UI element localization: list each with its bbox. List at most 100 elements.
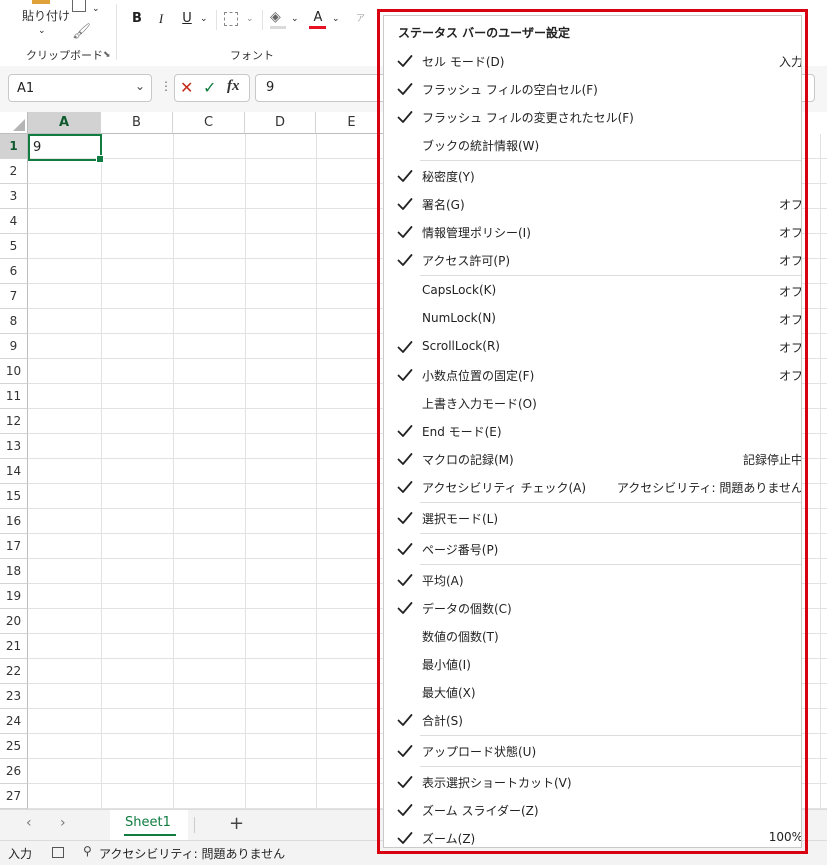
sheet-tab-sheet1[interactable]: Sheet1 bbox=[110, 810, 188, 841]
copy-icon[interactable] bbox=[72, 0, 86, 12]
menu-item[interactable]: フラッシュ フィルの空白セル(F) bbox=[384, 75, 801, 103]
row-header-11[interactable]: 11 bbox=[0, 384, 28, 409]
menu-item[interactable]: NumLock(N) オフ bbox=[384, 305, 801, 333]
select-all-corner[interactable] bbox=[0, 112, 28, 134]
checkmark-icon bbox=[396, 509, 414, 527]
fill-color-icon[interactable]: ◈ bbox=[270, 8, 281, 26]
menu-item-label: 上書き入力モード(O) bbox=[422, 397, 537, 411]
row-header-1[interactable]: 1 bbox=[0, 134, 28, 159]
row-header-18[interactable]: 18 bbox=[0, 559, 28, 584]
row-header-19[interactable]: 19 bbox=[0, 584, 28, 609]
insert-function-icon[interactable]: fx bbox=[227, 78, 240, 95]
menu-item[interactable]: ページ番号(P) bbox=[384, 535, 801, 563]
menu-item[interactable]: 小数点位置の固定(F) オフ bbox=[384, 361, 801, 389]
menu-item-label: 秘密度(Y) bbox=[422, 170, 475, 184]
font-color-dropdown-icon[interactable]: ⌄ bbox=[332, 10, 340, 28]
add-sheet-button[interactable]: + bbox=[229, 813, 244, 834]
menu-item[interactable]: 平均(A) bbox=[384, 566, 801, 594]
clipboard-launcher-icon[interactable]: ⬊ bbox=[103, 46, 111, 64]
paste-button[interactable]: 貼り付け bbox=[22, 7, 70, 24]
macro-record-icon[interactable] bbox=[52, 847, 64, 858]
row-header-13[interactable]: 13 bbox=[0, 434, 28, 459]
menu-item[interactable]: マクロの記録(M) 記録停止中 bbox=[384, 445, 801, 473]
borders-icon[interactable] bbox=[224, 12, 238, 26]
menu-item[interactable]: 表示選択ショートカット(V) bbox=[384, 768, 801, 796]
row-header-22[interactable]: 22 bbox=[0, 659, 28, 684]
underline-dropdown-icon[interactable]: ⌄ bbox=[200, 10, 208, 28]
format-painter-icon[interactable]: 🖌 bbox=[72, 22, 91, 40]
enter-check-icon[interactable]: ✓ bbox=[203, 78, 216, 97]
more-options-icon[interactable]: ⋮ bbox=[160, 79, 172, 93]
accessibility-icon[interactable]: ⚲ bbox=[83, 844, 92, 858]
fill-handle[interactable] bbox=[96, 155, 104, 163]
cell-a1[interactable]: 9 bbox=[28, 134, 104, 163]
menu-item[interactable]: セル モード(D) 入力 bbox=[384, 47, 801, 75]
column-header-d[interactable]: D bbox=[245, 112, 316, 134]
row-header-20[interactable]: 20 bbox=[0, 609, 28, 634]
menu-item[interactable]: アップロード状態(U) bbox=[384, 737, 801, 765]
underline-button[interactable]: U bbox=[180, 10, 194, 28]
menu-item[interactable]: CapsLock(K) オフ bbox=[384, 277, 801, 305]
row-header-4[interactable]: 4 bbox=[0, 209, 28, 234]
menu-item[interactable]: アクセシビリティ チェック(A) アクセシビリティ: 問題ありません bbox=[384, 473, 801, 501]
row-header-2[interactable]: 2 bbox=[0, 159, 28, 184]
row-header-15[interactable]: 15 bbox=[0, 484, 28, 509]
status-accessibility[interactable]: アクセシビリティ: 問題ありません bbox=[99, 845, 285, 862]
row-header-25[interactable]: 25 bbox=[0, 734, 28, 759]
italic-button[interactable]: I bbox=[155, 10, 167, 28]
copy-dropdown-icon[interactable]: ⌄ bbox=[92, 0, 100, 18]
phonetic-icon[interactable]: ア bbox=[356, 10, 365, 28]
menu-item-label: 選択モード(L) bbox=[422, 512, 499, 526]
menu-item[interactable]: 秘密度(Y) bbox=[384, 162, 801, 190]
fill-color-dropdown-icon[interactable]: ⌄ bbox=[291, 10, 299, 28]
menu-item[interactable]: 最小値(I) bbox=[384, 650, 801, 678]
paste-dropdown-icon[interactable]: ⌄ bbox=[38, 22, 46, 40]
row-header-8[interactable]: 8 bbox=[0, 309, 28, 334]
menu-item[interactable]: 署名(G) オフ bbox=[384, 190, 801, 218]
row-header-10[interactable]: 10 bbox=[0, 359, 28, 384]
row-header-21[interactable]: 21 bbox=[0, 634, 28, 659]
row-header-5[interactable]: 5 bbox=[0, 234, 28, 259]
menu-item[interactable]: フラッシュ フィルの変更されたセル(F) bbox=[384, 103, 801, 131]
column-header-b[interactable]: B bbox=[101, 112, 173, 134]
row-header-27[interactable]: 27 bbox=[0, 784, 28, 809]
checkmark-icon bbox=[396, 366, 414, 384]
bold-button[interactable]: B bbox=[130, 10, 144, 28]
row-header-14[interactable]: 14 bbox=[0, 459, 28, 484]
row-header-16[interactable]: 16 bbox=[0, 509, 28, 534]
menu-item[interactable]: ズーム(Z) 100% bbox=[384, 824, 801, 847]
row-header-9[interactable]: 9 bbox=[0, 334, 28, 359]
scroll-left-icon[interactable]: ‹ bbox=[26, 815, 32, 831]
menu-separator bbox=[420, 502, 801, 503]
active-tab-underline bbox=[124, 834, 176, 836]
row-header-3[interactable]: 3 bbox=[0, 184, 28, 209]
menu-item-label: ページ番号(P) bbox=[422, 543, 499, 557]
menu-item[interactable]: ScrollLock(R) オフ bbox=[384, 333, 801, 361]
menu-item[interactable]: 最大値(X) bbox=[384, 678, 801, 706]
cancel-icon[interactable]: ✕ bbox=[180, 78, 193, 97]
row-header-6[interactable]: 6 bbox=[0, 259, 28, 284]
font-color-button[interactable]: A bbox=[311, 9, 325, 27]
scroll-right-icon[interactable]: › bbox=[60, 815, 66, 831]
row-header-26[interactable]: 26 bbox=[0, 759, 28, 784]
menu-item[interactable]: アクセス許可(P) オフ bbox=[384, 246, 801, 274]
menu-item[interactable]: 情報管理ポリシー(I) オフ bbox=[384, 218, 801, 246]
menu-item[interactable]: ブックの統計情報(W) bbox=[384, 131, 801, 159]
menu-item[interactable]: End モード(E) bbox=[384, 417, 801, 445]
menu-item[interactable]: 上書き入力モード(O) bbox=[384, 389, 801, 417]
name-box-chevron-icon[interactable]: ⌄ bbox=[135, 79, 145, 93]
column-header-c[interactable]: C bbox=[173, 112, 245, 134]
row-header-12[interactable]: 12 bbox=[0, 409, 28, 434]
menu-item[interactable]: 数値の個数(T) bbox=[384, 622, 801, 650]
name-box[interactable]: A1 ⌄ bbox=[8, 74, 152, 102]
column-header-a[interactable]: A bbox=[28, 112, 101, 134]
menu-item[interactable]: 合計(S) bbox=[384, 706, 801, 734]
menu-item[interactable]: 選択モード(L) bbox=[384, 504, 801, 532]
row-header-23[interactable]: 23 bbox=[0, 684, 28, 709]
borders-dropdown-icon[interactable]: ⌄ bbox=[246, 10, 254, 28]
menu-item[interactable]: データの個数(C) bbox=[384, 594, 801, 622]
row-header-24[interactable]: 24 bbox=[0, 709, 28, 734]
row-header-7[interactable]: 7 bbox=[0, 284, 28, 309]
menu-item[interactable]: ズーム スライダー(Z) bbox=[384, 796, 801, 824]
row-header-17[interactable]: 17 bbox=[0, 534, 28, 559]
